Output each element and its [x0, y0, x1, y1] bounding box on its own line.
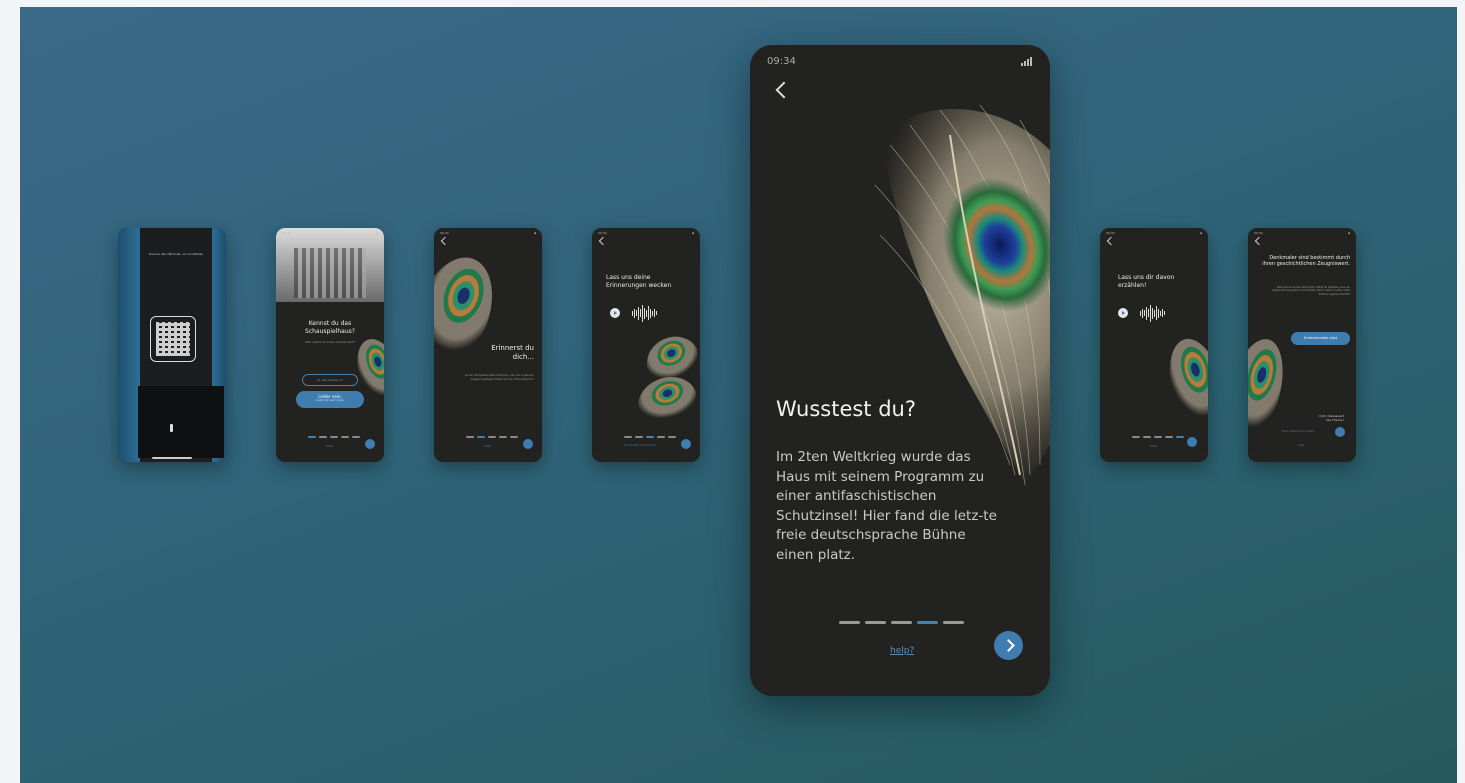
qr-code-icon: [156, 322, 190, 356]
option-yes-button[interactable]: Ja, das kenne ich: [302, 374, 358, 386]
screen-erinnerst-du[interactable]: 09:34 ▪ Erinnerst du dich... an all die b…: [434, 228, 542, 462]
back-icon[interactable]: [775, 81, 793, 99]
help-link[interactable]: help: [326, 444, 333, 448]
peacock-feather-image: [874, 104, 1050, 486]
peacock-feather-image-2: [630, 368, 700, 428]
status-time: 09:34: [1254, 231, 1263, 235]
screen-title: Lass uns dir davon erzählen!: [1118, 274, 1175, 289]
theater-facade: [294, 248, 366, 298]
screen-title: Denkmaler sind bestimmt durch ihren gesc…: [1262, 255, 1350, 268]
learn-more-link[interactable]: Hier erfährst du mehr: [1282, 429, 1315, 433]
sign-now-label: Unterschreibe jetzt: [1303, 336, 1338, 340]
progress-dot-3: [891, 621, 912, 624]
screen-erinnerungen-wecken[interactable]: 09:34 ▪ Lass uns deine Erinnerungen wecke…: [592, 228, 700, 462]
keyhole-icon: [170, 424, 173, 432]
screen-wusstest-du[interactable]: 09:34 Wusstest du? Im 2ten Weltkrieg wur…: [750, 45, 1050, 696]
progress-dots: [466, 436, 518, 438]
next-button[interactable]: [365, 439, 375, 449]
option-no-sublabel: erzähl mir mehr davon: [315, 399, 345, 402]
next-button[interactable]: [523, 439, 533, 449]
home-indicator: [152, 457, 192, 459]
screen-qr-scan[interactable]: Scanne den QR-Code, um zu starten: [118, 228, 226, 462]
screen-body: Jetzt kennst du die Geschichte. Willst d…: [1272, 286, 1350, 296]
question-subtitle: oder warst du schon einmal dort?: [304, 340, 356, 344]
status-time: 09:34: [1106, 231, 1115, 235]
peacock-feather-image: [1248, 333, 1293, 433]
screen-heading: Wusstest du?: [776, 397, 916, 421]
back-icon[interactable]: [598, 236, 608, 246]
progress-dot-4: [917, 621, 938, 624]
skip-listening-link[interactable]: Ich möchte nicht zuhören: [624, 444, 656, 447]
progress-dot-1: [839, 621, 860, 624]
play-icon[interactable]: [1118, 308, 1128, 318]
screen-body: an all die bekannten Dramen, die du in d…: [464, 373, 534, 381]
presentation-stage: Scanne den QR-Code, um zu starten 09:34 ▪…: [20, 7, 1457, 783]
learn-more-button[interactable]: [1335, 427, 1345, 437]
theater-photo: [276, 228, 384, 302]
back-icon[interactable]: [440, 236, 450, 246]
status-time: 09:34: [598, 231, 607, 235]
qr-frame[interactable]: [150, 316, 196, 362]
progress-dot-2: [865, 621, 886, 624]
help-link[interactable]: help: [484, 444, 491, 448]
progress-dots: [1132, 436, 1184, 438]
play-icon[interactable]: [610, 308, 620, 318]
screen-title: Lass uns deine Erinnerungen wecken: [606, 274, 672, 289]
kiosk-stand: [138, 386, 224, 458]
status-time: 09:34: [767, 56, 796, 67]
audio-waveform: [632, 304, 657, 322]
screen-denkmaler[interactable]: 09:34 ▪ Denkmaler sind bestimmt durch ihr…: [1248, 228, 1356, 462]
peacock-feather-image: [1160, 332, 1208, 424]
option-yes-label: Ja, das kenne ich: [317, 378, 343, 382]
screen-kennst-du[interactable]: 09:34 ▪ Kennst du das Schauspielhaus? ode…: [276, 228, 384, 462]
status-time: 09:34: [440, 231, 449, 235]
signal-icon: [1021, 57, 1032, 66]
sign-now-button[interactable]: Unterschreibe jetzt: [1291, 332, 1350, 345]
progress-dots: [839, 621, 964, 624]
screen-davon-erzaehlen[interactable]: 09:34 ▪ Lass uns dir davon erzählen! help: [1100, 228, 1208, 462]
progress-dot-5: [943, 621, 964, 624]
next-button[interactable]: [681, 439, 691, 449]
back-icon[interactable]: [1254, 236, 1264, 246]
option-no-button[interactable]: Leider nein, erzähl mir mehr davon: [296, 391, 364, 408]
help-link[interactable]: help: [1150, 444, 1157, 448]
status-time: 09:34: [282, 231, 291, 235]
next-button[interactable]: [994, 631, 1023, 660]
help-link[interactable]: help?: [890, 646, 914, 656]
next-button[interactable]: [1187, 437, 1197, 447]
progress-dots: [624, 436, 676, 438]
more-question-2: das Thema?: [1325, 418, 1344, 422]
scan-hint: Scanne den QR-Code, um zu starten: [148, 252, 204, 256]
progress-dots: [308, 436, 360, 438]
help-link[interactable]: help: [1298, 443, 1305, 447]
curtain-left: [118, 228, 140, 462]
screen-title: Erinnerst du dich...: [491, 344, 534, 361]
back-icon[interactable]: [1106, 236, 1116, 246]
audio-waveform: [1140, 304, 1165, 322]
screen-body: Im 2ten Weltkrieg wurde das Haus mit sei…: [776, 449, 997, 563]
question-title: Kennst du das Schauspielhaus?: [305, 320, 355, 335]
